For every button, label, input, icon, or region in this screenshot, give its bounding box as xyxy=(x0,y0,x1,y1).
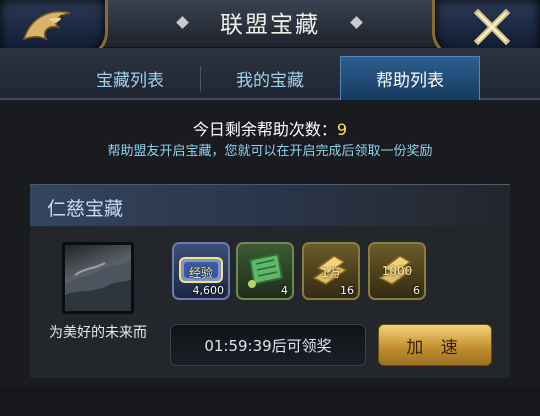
reward-item-scroll[interactable]: 4 xyxy=(236,242,294,300)
tab-bar: 宝藏列表 我的宝藏 帮助列表 xyxy=(0,48,540,100)
tab-label: 宝藏列表 xyxy=(96,70,164,91)
tab-help-list[interactable]: 帮助列表 xyxy=(340,56,480,100)
reward-item-experience[interactable]: 经验 4,600 xyxy=(172,242,230,300)
reward-item-label: 1000 xyxy=(381,264,413,278)
reward-item-gold-1000[interactable]: 1000 6 xyxy=(368,242,426,300)
tab-my-treasure[interactable]: 我的宝藏 xyxy=(200,56,340,100)
reward-item-count: 6 xyxy=(413,284,420,297)
reward-item-label: 经验 xyxy=(188,266,213,280)
tab-treasure-list[interactable]: 宝藏列表 xyxy=(60,56,200,100)
avatar-image xyxy=(65,261,131,311)
footer-strip xyxy=(0,388,540,416)
reward-timer: 01:59:39后可领奖 xyxy=(170,324,366,366)
remaining-help-count: 今日剩余帮助次数：9 xyxy=(0,116,540,140)
close-icon xyxy=(460,4,524,50)
reward-item-label: 1万 xyxy=(321,266,341,280)
remaining-label: 今日剩余帮助次数： xyxy=(192,120,337,139)
treasure-card-header: 仁慈宝藏 xyxy=(30,184,510,226)
owner-name: 为美好的未来而 xyxy=(49,325,147,341)
dragon-emblem-icon xyxy=(16,4,80,50)
page-title: 联盟宝藏 xyxy=(220,12,320,38)
reward-item-count: 16 xyxy=(340,284,354,297)
remaining-count: 9 xyxy=(336,120,348,139)
title-wrap: 联盟宝藏 xyxy=(130,0,410,44)
reward-item-gold-10k[interactable]: 1万 16 xyxy=(302,242,360,300)
owner-avatar[interactable] xyxy=(62,242,134,314)
tab-label: 我的宝藏 xyxy=(236,70,304,91)
speed-up-button[interactable]: 加 速 xyxy=(378,324,492,366)
reward-item-count: 4 xyxy=(281,284,288,297)
treasure-title: 仁慈宝藏 xyxy=(47,198,124,220)
help-description: 帮助盟友开启宝藏，您就可以在开启完成后领取一份奖励 xyxy=(107,144,433,159)
tab-label: 帮助列表 xyxy=(376,71,444,91)
reward-item-count: 4,600 xyxy=(192,284,225,297)
treasure-card: 仁慈宝藏 为美好的未来而 经验 4,600 4 1万 16 1000 6 01:… xyxy=(30,184,510,378)
